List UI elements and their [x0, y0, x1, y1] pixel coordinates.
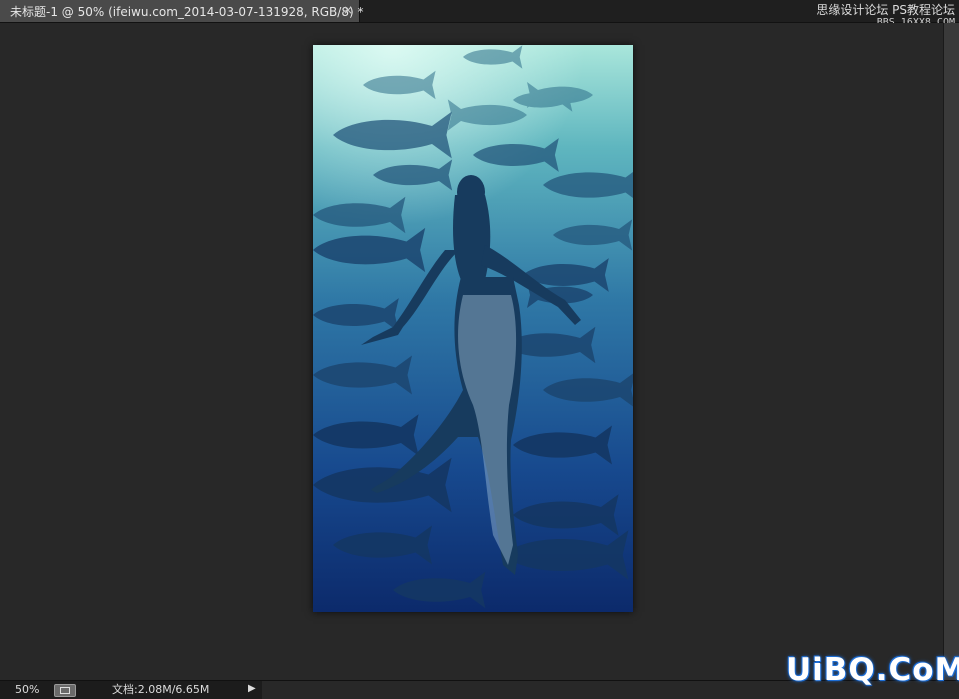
- brand-logo: UiBQ.CoM: [786, 652, 959, 688]
- vertical-scrollbar[interactable]: [943, 23, 959, 680]
- document-canvas[interactable]: [313, 45, 633, 612]
- navigator-icon[interactable]: [54, 684, 76, 697]
- document-tab-bar: 未标题-1 @ 50% (ifeiwu.com_2014-03-07-13192…: [0, 0, 959, 28]
- watermark-title: 思缘设计论坛 PS教程论坛: [816, 3, 955, 17]
- zoom-level-field[interactable]: 50%: [6, 682, 55, 698]
- document-tab-title: 未标题-1 @ 50% (ifeiwu.com_2014-03-07-13192…: [10, 4, 364, 19]
- underwater-image: [313, 45, 633, 612]
- arrow-right-icon[interactable]: ▶: [248, 683, 256, 694]
- document-tab[interactable]: 未标题-1 @ 50% (ifeiwu.com_2014-03-07-13192…: [0, 0, 364, 22]
- document-size-info[interactable]: 文档:2.08M/6.65M: [112, 682, 209, 698]
- close-icon[interactable]: ×: [343, 3, 353, 17]
